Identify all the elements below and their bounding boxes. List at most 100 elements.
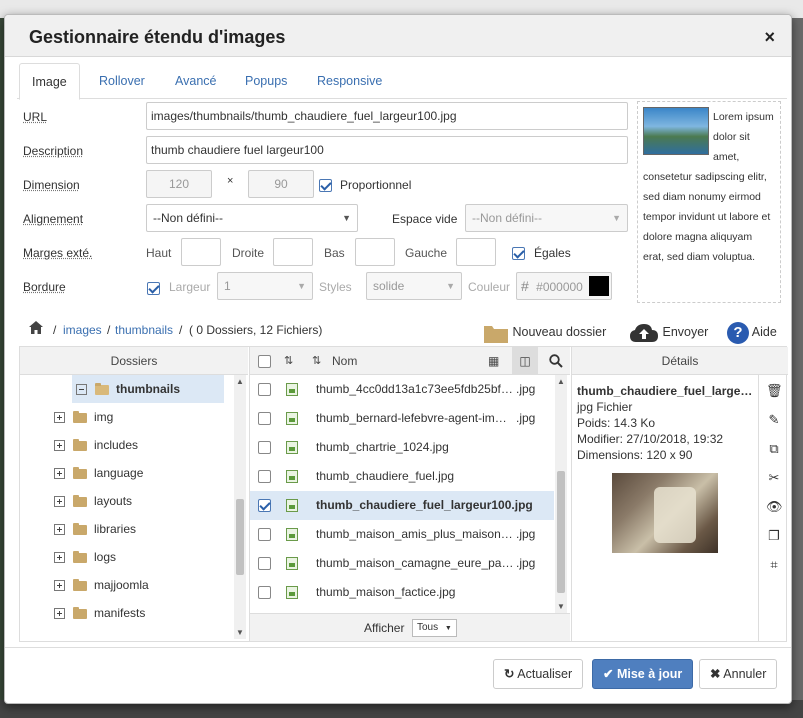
sort-name-icon[interactable]: ⇅ — [312, 347, 321, 375]
margin-right-input[interactable] — [273, 238, 313, 266]
crop-icon[interactable]: ⌗ — [766, 557, 782, 573]
tree-item[interactable]: img — [54, 403, 234, 431]
scroll-down-icon[interactable]: ▼ — [555, 602, 567, 611]
width-input[interactable]: 120 — [146, 170, 212, 198]
show-select[interactable]: Tous ▼ — [412, 619, 457, 637]
sort-type-icon[interactable]: ⇅ — [284, 347, 293, 375]
copy-icon[interactable]: ⧉ — [766, 441, 782, 457]
proportional-checkbox[interactable] — [319, 179, 332, 192]
file-checkbox[interactable] — [258, 499, 271, 512]
update-button[interactable]: ✔ Mise à jour — [592, 659, 694, 689]
close-icon[interactable]: × — [764, 27, 775, 48]
alignment-select[interactable]: --Non défini-- ▼ — [146, 204, 358, 232]
expand-icon[interactable] — [54, 580, 65, 592]
refresh-button[interactable]: ↻ Actualiser — [493, 659, 584, 689]
image-file-icon — [286, 470, 298, 483]
help-button[interactable]: ? Aide — [727, 319, 777, 345]
scroll-up-icon[interactable]: ▲ — [234, 377, 246, 386]
tree-scrollbar[interactable]: ▲ ▼ — [234, 375, 246, 639]
details-view-icon[interactable]: ◫ — [512, 347, 538, 374]
tree-item[interactable]: includes — [54, 431, 234, 459]
image-preview: Lorem ipsum dolor sit amet, consetetur s… — [637, 101, 781, 303]
file-row[interactable]: thumb_maison_amis_plus_maison… .jpg — [250, 520, 554, 549]
tab-rollover[interactable]: Rollover — [87, 63, 157, 99]
duplicate-icon[interactable]: ❐ — [766, 528, 782, 544]
grid-view-icon[interactable]: ▦ — [488, 347, 499, 375]
tree-item[interactable]: manifests — [54, 599, 234, 627]
expand-icon[interactable] — [54, 496, 65, 508]
cut-icon[interactable]: ✂ — [766, 470, 782, 486]
upload-button[interactable]: Envoyer — [629, 319, 708, 345]
border-style-select[interactable]: solide ▼ — [366, 272, 462, 300]
chevron-down-icon: ▼ — [612, 213, 621, 223]
expand-icon[interactable] — [54, 468, 65, 480]
space-select[interactable]: --Non défini-- ▼ — [465, 204, 628, 232]
collapse-icon[interactable] — [76, 384, 87, 396]
margin-bottom-input[interactable] — [355, 238, 395, 266]
tree-item-current[interactable]: thumbnails — [72, 375, 224, 403]
details-actions: 🗑 ✎ ⧉ ✂ 👁 ❐ ⌗ — [758, 375, 788, 641]
border-color-input[interactable]: # #000000 — [516, 272, 612, 300]
color-swatch[interactable] — [589, 276, 609, 296]
breadcrumb-images[interactable]: images — [63, 323, 102, 337]
height-input[interactable]: 90 — [248, 170, 314, 198]
border-width-select[interactable]: 1 ▼ — [217, 272, 313, 300]
url-input[interactable]: images/thumbnails/thumb_chaudiere_fuel_l… — [146, 102, 628, 130]
file-checkbox[interactable] — [258, 383, 271, 396]
tree-scroll-thumb[interactable] — [236, 499, 244, 575]
file-row[interactable]: thumb_maison_factice.jpg — [250, 578, 554, 607]
expand-icon[interactable] — [54, 524, 65, 536]
file-checkbox[interactable] — [258, 441, 271, 454]
edit-icon[interactable]: ✎ — [766, 412, 782, 428]
files-scroll-thumb[interactable] — [557, 471, 565, 593]
margin-top-input[interactable] — [181, 238, 221, 266]
file-checkbox[interactable] — [258, 557, 271, 570]
tree-item[interactable]: libraries — [54, 515, 234, 543]
files-scrollbar[interactable]: ▲ ▼ — [555, 375, 567, 613]
select-all-checkbox[interactable] — [258, 355, 271, 368]
expand-icon[interactable] — [54, 552, 65, 564]
tree-item[interactable]: logs — [54, 543, 234, 571]
tree-item[interactable]: language — [54, 459, 234, 487]
file-row[interactable]: thumb_4cc0dd13a1c73ee5fdb25bf… .jpg — [250, 375, 554, 404]
breadcrumb-thumbnails[interactable]: thumbnails — [115, 323, 173, 337]
scroll-up-icon[interactable]: ▲ — [555, 377, 567, 386]
tree-item[interactable]: majjoomla — [54, 571, 234, 599]
file-row[interactable]: thumb_maison_camagne_eure_pa… .jpg — [250, 549, 554, 578]
file-row[interactable]: thumb_bernard-lefebvre-agent-im… .jpg — [250, 404, 554, 433]
margin-left-input[interactable] — [456, 238, 496, 266]
folder-icon — [73, 606, 87, 619]
border-checkbox[interactable] — [147, 282, 160, 295]
tab-popups[interactable]: Popups — [233, 63, 299, 99]
browser-panes: Dossiers thumbnails img includes languag… — [19, 346, 788, 642]
alignment-label: Alignement — [23, 212, 84, 226]
equal-margins-checkbox[interactable] — [512, 247, 525, 260]
name-column-header[interactable]: Nom — [332, 347, 357, 375]
expand-icon[interactable] — [54, 440, 65, 452]
file-row-selected[interactable]: thumb_chaudiere_fuel_largeur100.jpg — [250, 491, 554, 520]
search-icon[interactable] — [549, 354, 563, 368]
home-icon[interactable] — [29, 321, 43, 334]
file-checkbox[interactable] — [258, 586, 271, 599]
scroll-down-icon[interactable]: ▼ — [234, 628, 246, 637]
chevron-down-icon: ▼ — [342, 213, 351, 223]
tree-item[interactable]: layouts — [54, 487, 234, 515]
tab-responsive[interactable]: Responsive — [305, 63, 394, 99]
file-row[interactable]: thumb_chaudiere_fuel.jpg — [250, 462, 554, 491]
folder-icon — [484, 325, 508, 343]
file-checkbox[interactable] — [258, 528, 271, 541]
expand-icon[interactable] — [54, 608, 65, 620]
expand-icon[interactable] — [54, 412, 65, 424]
delete-icon[interactable]: 🗑 — [766, 383, 783, 399]
file-checkbox[interactable] — [258, 470, 271, 483]
file-row[interactable]: thumb_chartrie_1024.jpg — [250, 433, 554, 462]
file-checkbox[interactable] — [258, 412, 271, 425]
tab-image[interactable]: Image — [19, 63, 80, 100]
description-input[interactable]: thumb chaudiere fuel largeur100 — [146, 136, 628, 164]
new-folder-button[interactable]: Nouveau dossier — [483, 319, 606, 345]
cancel-button[interactable]: ✖ Annuler — [699, 659, 778, 689]
tab-advanced[interactable]: Avancé — [163, 63, 228, 99]
view-icon[interactable]: 👁 — [766, 499, 783, 515]
border-style-value: solide — [373, 279, 405, 293]
chevron-down-icon: ▼ — [446, 281, 455, 291]
